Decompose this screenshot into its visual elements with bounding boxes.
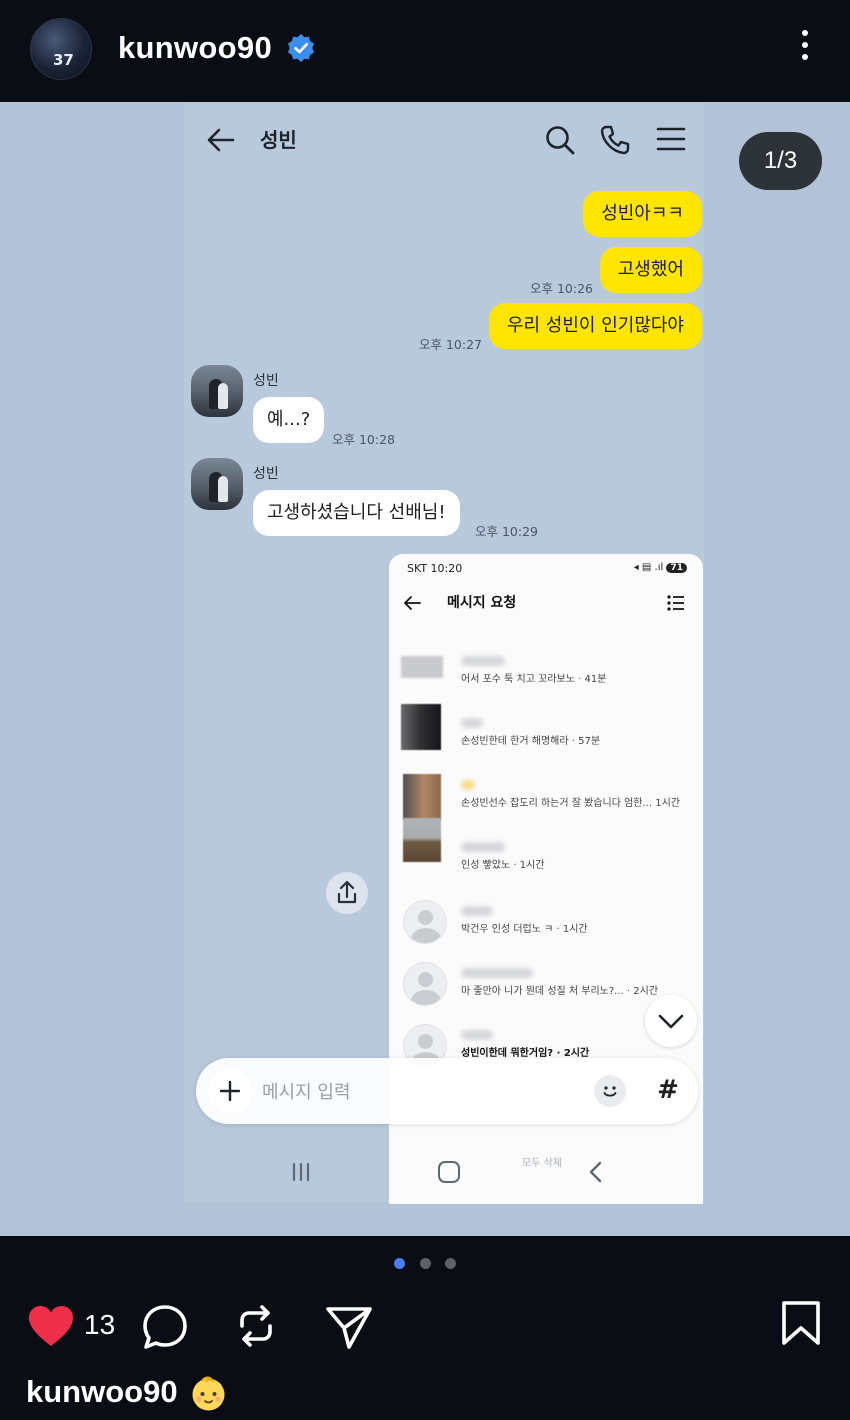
repost-icon[interactable] <box>232 1302 280 1350</box>
send-icon[interactable] <box>324 1302 374 1352</box>
smiley-icon <box>603 1086 617 1097</box>
blurred-sender <box>461 780 475 790</box>
blurred-thumbnail <box>401 704 441 750</box>
message-requests-title: 메시지 요청 <box>447 595 517 611</box>
post-header: 37 kunwoo90 <box>0 0 850 102</box>
carousel-dot <box>445 1258 456 1269</box>
carousel-indicator <box>394 1258 458 1270</box>
heart-icon[interactable] <box>26 1304 76 1348</box>
battery-level: 71 <box>666 563 687 573</box>
blurred-sender <box>461 718 483 728</box>
request-preview: 손성빈한테 한거 해명해라 · 57분 <box>461 736 601 747</box>
upload-icon <box>337 880 357 904</box>
baby-face-emoji-icon <box>192 1376 225 1411</box>
blurred-thumbnail <box>403 818 441 862</box>
blurred-thumbnail <box>401 656 443 678</box>
request-row: 손성빈한테 한거 해명해라 · 57분 <box>389 704 703 776</box>
request-row: 인성 빻았노 · 1시간 <box>389 818 703 900</box>
carousel-dot <box>420 1258 431 1269</box>
request-preview: 인성 빻았노 · 1시간 <box>461 860 545 871</box>
profile-avatar[interactable]: 37 <box>30 18 92 80</box>
plus-icon <box>219 1080 241 1102</box>
blurred-sender <box>461 1030 493 1040</box>
more-options-icon[interactable] <box>795 30 815 70</box>
avatar-jersey-number: 37 <box>53 51 74 69</box>
message-input[interactable]: 메시지 입력 <box>262 1078 351 1104</box>
request-preview: 마 좋만아 니가 뭔데 성질 처 부리노?... · 2시간 <box>461 986 659 997</box>
my-message-bubble: 고생했어 <box>599 247 702 293</box>
system-back-icon[interactable] <box>586 1160 606 1184</box>
chat-title: 성빈 <box>260 128 297 152</box>
request-preview: 어서 포수 툭 치고 꼬라보노 · 41분 <box>461 674 607 685</box>
blurred-sender <box>461 842 505 852</box>
menu-icon[interactable] <box>655 125 687 153</box>
post-actions: 13 kunwoo90 <box>0 1236 850 1420</box>
list-settings-icon <box>667 595 684 611</box>
share-image-button[interactable] <box>326 872 368 914</box>
message-time: 오후 10:28 <box>332 432 395 447</box>
request-row: 박건우 인성 더럽노 ㅋ · 1시간 <box>389 900 703 964</box>
message-time: 오후 10:26 <box>530 281 593 296</box>
request-preview: 손성빈선수 잡도리 하는거 잘 봤습니다 엄한... 1시간 <box>461 798 680 809</box>
sender-avatar[interactable] <box>191 365 243 417</box>
search-icon[interactable] <box>544 124 576 156</box>
other-message-bubble: 예...? <box>253 397 325 443</box>
comment-icon[interactable] <box>140 1302 190 1352</box>
my-message-bubble: 우리 성빈이 인기많다야 <box>488 303 702 349</box>
request-preview: 박건우 인성 더럽노 ㅋ · 1시간 <box>461 924 588 935</box>
recents-icon[interactable] <box>288 1162 314 1182</box>
emoji-button[interactable] <box>594 1075 626 1107</box>
carousel-dot-active <box>394 1258 405 1269</box>
chat-header: 성빈 <box>0 102 850 172</box>
message-input-bar: 메시지 입력 # <box>196 1058 698 1124</box>
like-count: 13 <box>84 1309 116 1340</box>
other-message-bubble: 고생하셨습니다 선배님! <box>253 490 460 536</box>
scroll-to-bottom-button[interactable] <box>645 995 697 1047</box>
verified-badge-icon <box>288 34 314 62</box>
caption-username[interactable]: kunwoo90 <box>26 1374 178 1410</box>
default-avatar-icon <box>403 900 447 944</box>
hash-search-button[interactable]: # <box>648 1070 688 1110</box>
faint-delete-all-text: 모두 삭제 <box>522 1158 562 1169</box>
sender-name: 성빈 <box>253 466 279 482</box>
sender-avatar[interactable] <box>191 458 243 510</box>
back-arrow-icon[interactable] <box>205 124 237 156</box>
back-arrow-icon <box>404 596 421 610</box>
post-image: 성빈 1/3 성빈아ㅋㅋ 고생했어 오후 10:26 우리 성빈이 인기많다야 … <box>0 102 850 1236</box>
request-preview: 성빈이한데 뭐한거임? · 2시간 <box>461 1048 590 1059</box>
blurred-thumbnail <box>403 774 441 820</box>
post-username[interactable]: kunwoo90 <box>118 30 272 66</box>
chevron-down-icon <box>658 1014 684 1029</box>
home-icon[interactable] <box>438 1161 460 1183</box>
attach-button[interactable] <box>208 1069 252 1113</box>
blurred-sender <box>461 656 505 666</box>
sender-name: 성빈 <box>253 373 279 389</box>
system-navigation-bar: 모두 삭제 <box>184 1142 704 1202</box>
default-avatar-icon <box>403 962 447 1006</box>
blurred-sender <box>461 968 533 978</box>
phone-status-icons: ◂ ▤ .ıl 71 <box>634 562 687 573</box>
bookmark-icon[interactable] <box>780 1300 822 1346</box>
message-time: 오후 10:27 <box>419 337 482 352</box>
phone-icon[interactable] <box>598 123 632 157</box>
message-time: 오후 10:29 <box>475 524 538 539</box>
blurred-sender <box>461 906 493 916</box>
my-message-bubble: 성빈아ㅋㅋ <box>583 191 702 237</box>
phone-status-carrier-time: SKT 10:20 <box>407 562 463 575</box>
page-indicator-badge: 1/3 <box>739 132 822 190</box>
